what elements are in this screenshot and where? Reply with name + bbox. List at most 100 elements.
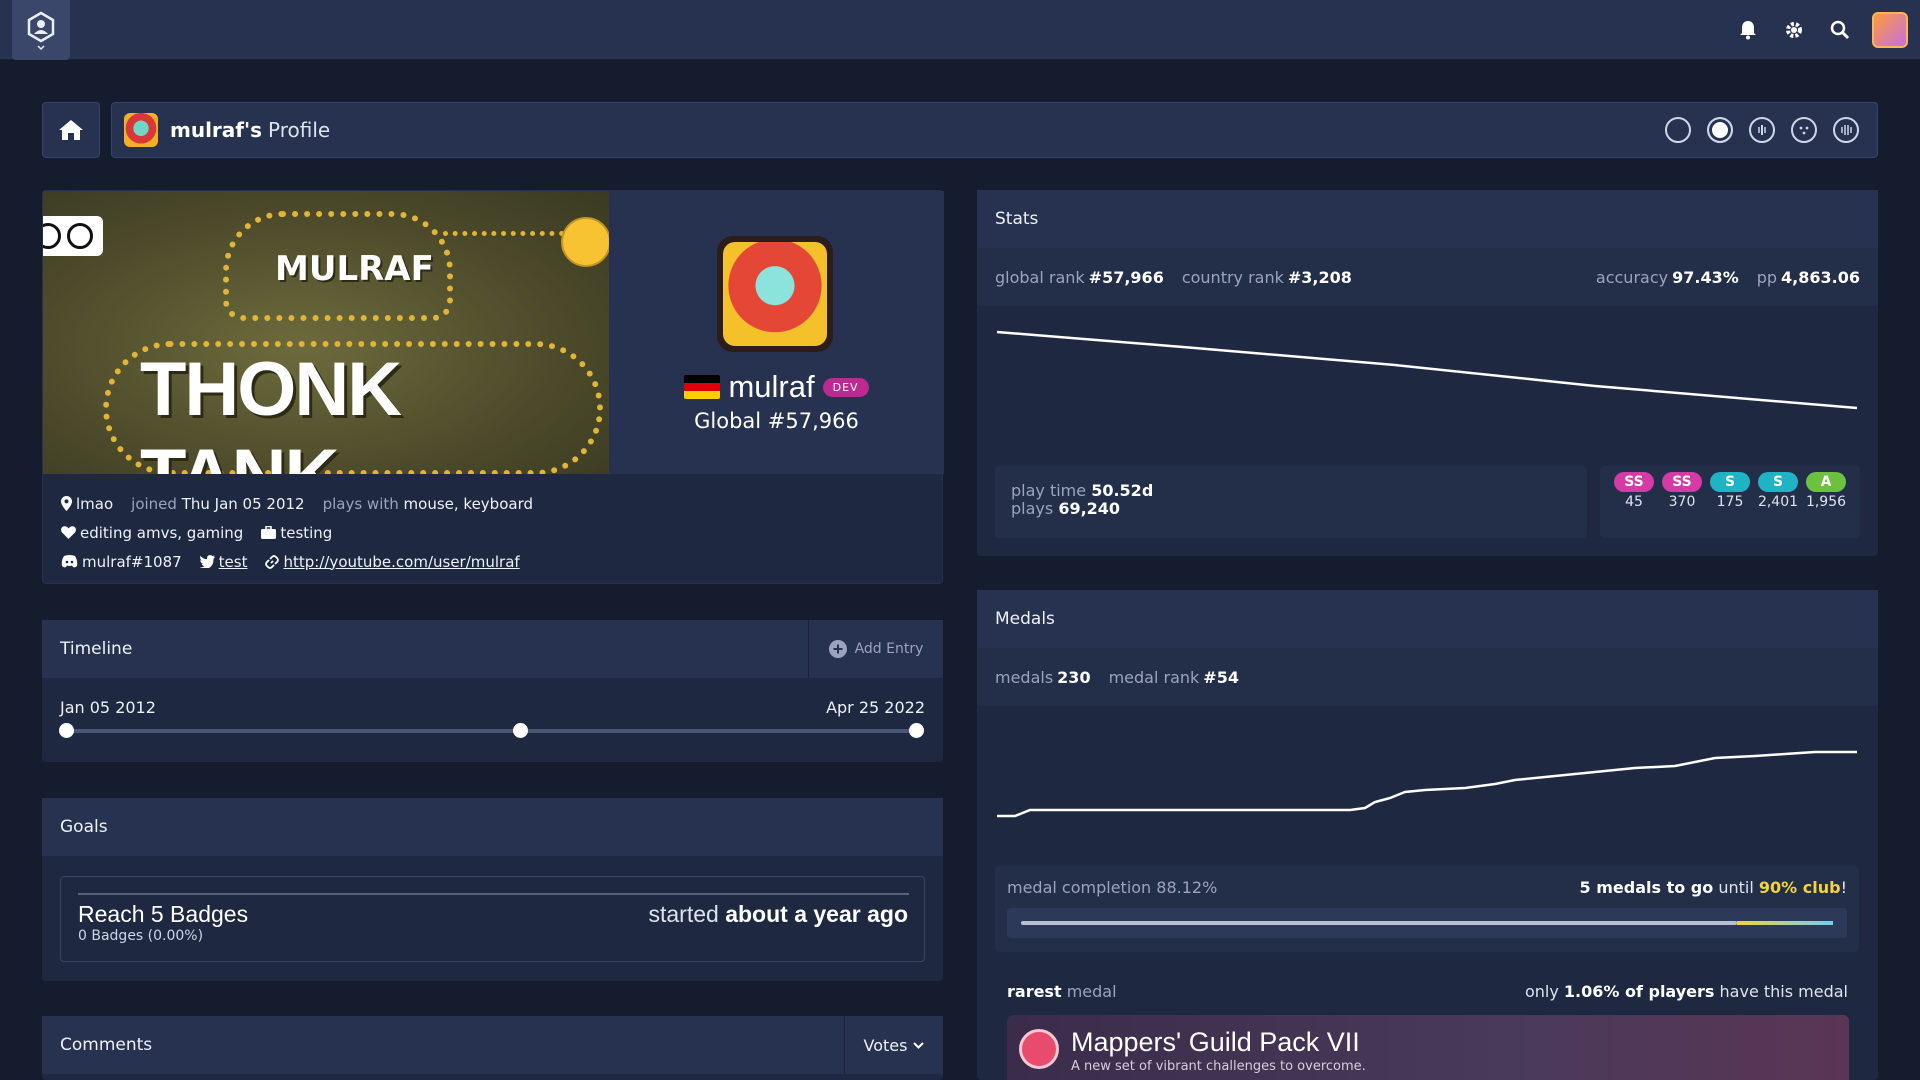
medals-to-go: 5 medals to go: [1579, 878, 1714, 897]
goals-title: Goals: [60, 817, 108, 837]
profile-title-suffix: Profile: [268, 118, 331, 142]
medals-summary: medals 230 medal rank #54: [977, 648, 1878, 706]
goal-started-label: started: [648, 901, 719, 927]
goal-progress: 0 Badges (0.00%): [78, 928, 204, 944]
rank-history-graph[interactable]: [995, 320, 1859, 430]
goal-item[interactable]: Reach 5 Badges 0 Badges (0.00%) started …: [60, 876, 925, 962]
medals-value: 230: [1057, 667, 1091, 687]
comments-sort-dropdown[interactable]: Votes: [844, 1016, 943, 1074]
sort-label: Votes: [863, 1035, 908, 1055]
comments-card: Comments Votes: [42, 1016, 943, 1080]
play-summary: play time 50.52d plays 69,240: [995, 466, 1587, 538]
global-rank: Global #57,966: [694, 409, 859, 433]
home-button[interactable]: [42, 102, 100, 158]
avatar[interactable]: [1872, 12, 1908, 48]
grade-s: S 2,401: [1757, 472, 1799, 538]
mode-mania-icon[interactable]: [1749, 117, 1775, 143]
club-label: 90% club: [1758, 878, 1841, 897]
comments-title: Comments: [60, 1035, 153, 1055]
stats-header: Stats: [977, 190, 1878, 248]
bell-icon[interactable]: [1734, 16, 1762, 44]
mode-standard-icon[interactable]: [1665, 117, 1691, 143]
joined-date: Thu Jan 05 2012: [181, 494, 305, 513]
grade-label: S: [1710, 472, 1750, 492]
goal-title: Reach 5 Badges: [78, 901, 249, 927]
profile-name: mulraf's: [170, 118, 263, 142]
completion-target-marker: [1736, 921, 1833, 925]
stats-card: Stats global rank #57,966 country rank #3,…: [977, 190, 1878, 556]
banner-mode-badge: [43, 216, 103, 256]
goals-card: Goals Reach 5 Badges 0 Badges (0.00%) st…: [42, 798, 943, 981]
grade-sh: S 175: [1709, 472, 1751, 538]
completion-bar-container: [1007, 908, 1847, 938]
grade-counts: SS 45 SS 370 S 175 S 2,401 A 1,956: [1600, 466, 1860, 538]
rarity-value: 1.06% of players: [1563, 982, 1715, 1001]
completion-bar-track: [1021, 921, 1833, 925]
location-pin-icon: [61, 496, 72, 511]
timeline-start-handle[interactable]: [59, 723, 74, 738]
only-label: only: [1524, 982, 1559, 1001]
stats-summary: global rank #57,966 country rank #3,208 ac…: [977, 248, 1878, 306]
country-rank-label: country rank: [1181, 267, 1284, 287]
location-text: lmao: [76, 494, 114, 513]
gear-icon[interactable]: [1780, 16, 1808, 44]
rarest-medal-word: medal: [1066, 982, 1117, 1001]
mode-mania-alt-icon[interactable]: [1833, 117, 1859, 143]
pp-value: 4,863.06: [1781, 267, 1860, 287]
medal-completion: medal completion 88.12% 5 medals to go u…: [995, 866, 1859, 952]
thinking-emoji-icon: [561, 217, 609, 267]
dev-badge: DEV: [822, 377, 869, 397]
home-icon: [59, 120, 83, 140]
twitter-icon: [199, 555, 215, 568]
timeline-title: Timeline: [60, 639, 133, 659]
discord-text: mulraf#1087: [82, 552, 182, 571]
search-icon[interactable]: [1826, 16, 1854, 44]
user-menu-button[interactable]: [12, 0, 70, 60]
medals-card: Medals medals 230 medal rank #54 medal com…: [977, 590, 1878, 1080]
profile-info: lmao joined Thu Jan 05 2012 plays with m…: [61, 489, 533, 576]
timeline-end-handle[interactable]: [909, 723, 924, 738]
chevron-down-icon: [913, 1041, 925, 1049]
completion-label: medal completion: [1007, 878, 1152, 897]
mode-catch-icon[interactable]: [1791, 117, 1817, 143]
twitter-link[interactable]: test: [219, 553, 248, 571]
grade-label: S: [1758, 472, 1798, 492]
banner-big-text: THONK TANK: [140, 347, 402, 474]
avatar: [717, 236, 833, 352]
comments-header: Comments: [42, 1016, 943, 1074]
rarest-medal-description: A new set of vibrant challenges to overc…: [1071, 1059, 1366, 1074]
timeline-track[interactable]: [66, 729, 917, 733]
timeline-mid-handle[interactable]: [513, 723, 528, 738]
plus-circle-icon: [828, 640, 847, 658]
club-bang: !: [1840, 878, 1847, 897]
mode-taiko-icon[interactable]: [1707, 117, 1733, 143]
rarest-label: rarest: [1007, 982, 1062, 1001]
timeline-start-date: Jan 05 2012: [60, 698, 156, 717]
banner-small-text: MULRAF: [275, 249, 434, 289]
grade-ssh: SS 45: [1613, 472, 1655, 538]
medal-history-line: [997, 750, 1857, 818]
goals-header: Goals: [42, 798, 943, 856]
country-flag-icon: [684, 375, 721, 399]
country-rank-value: #3,208: [1287, 267, 1352, 287]
timeline-card: Timeline Add Entry Jan 05 2012 Apr 25 20…: [42, 620, 943, 762]
profile-avatar-small: [124, 113, 158, 147]
completion-value: 88.12%: [1156, 878, 1218, 897]
grade-count: 370: [1668, 494, 1696, 510]
play-time-label: play time: [1011, 481, 1087, 500]
website-link[interactable]: http://youtube.com/user/mulraf: [283, 553, 519, 571]
play-time-value: 50.52d: [1091, 481, 1154, 500]
rarest-medal-name: Mappers' Guild Pack VII: [1071, 1027, 1360, 1057]
add-entry-button[interactable]: Add Entry: [808, 620, 943, 678]
completion-bar-fill: [1021, 921, 1737, 925]
until-label: until: [1718, 878, 1754, 897]
stats-title: Stats: [995, 209, 1039, 229]
briefcase-icon: [261, 526, 277, 539]
profile-banner: MULRAF THONK TANK: [43, 191, 609, 474]
joined-label: joined: [131, 494, 177, 513]
plays-value: 69,240: [1058, 499, 1121, 518]
rarest-medal-card[interactable]: Mappers' Guild Pack VII A new set of vib…: [1007, 1015, 1849, 1080]
profile-card: MULRAF THONK TANK mulraf DEV Global #57,…: [42, 190, 944, 584]
medal-history-graph[interactable]: [995, 720, 1859, 820]
heart-icon: [61, 526, 76, 539]
